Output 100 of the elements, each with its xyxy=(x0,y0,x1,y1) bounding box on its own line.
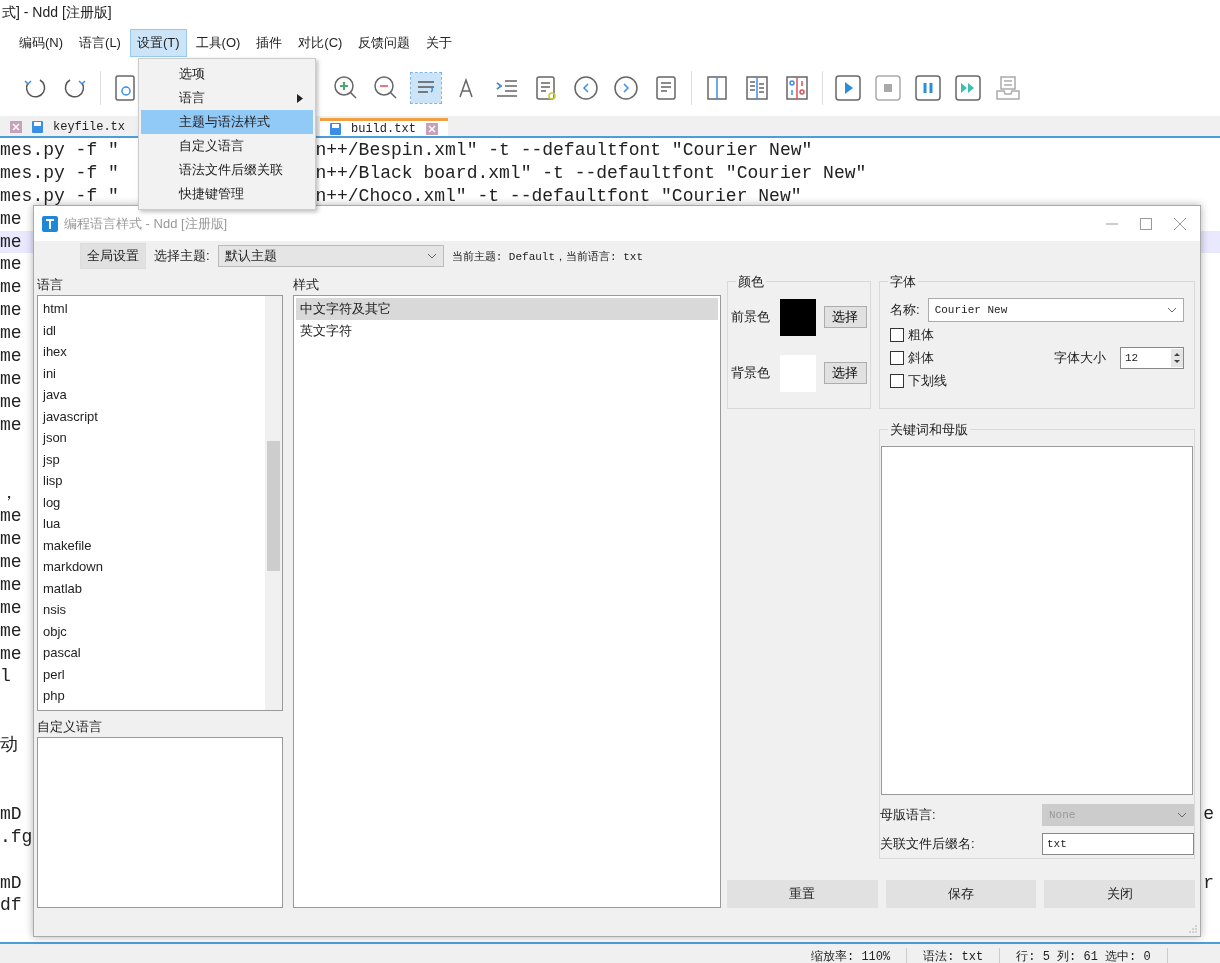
menu-item[interactable]: 工具(O) xyxy=(188,29,248,57)
file-tab[interactable]: keyfile.tx xyxy=(0,118,135,136)
parent-language-label: 母版语言: xyxy=(880,805,936,824)
extension-label: 关联文件后缀名: xyxy=(880,835,975,854)
code-text: me xyxy=(0,207,22,231)
group-title: 关键词和母版 xyxy=(888,421,970,439)
language-item[interactable]: jsp xyxy=(43,448,223,470)
code-text: mes.py -f " xyxy=(0,139,119,162)
language-item[interactable]: markdown xyxy=(43,556,223,578)
code-text: me xyxy=(0,276,22,300)
group-title: 颜色 xyxy=(736,273,766,291)
status-text: 语法: txt xyxy=(907,947,1001,963)
code-text: me xyxy=(0,505,22,529)
theme-dropdown[interactable]: 默认主题 xyxy=(217,245,444,267)
extension-field[interactable]: txt xyxy=(1042,833,1194,856)
code-text: me xyxy=(0,619,22,643)
menu-entry[interactable]: 语言 xyxy=(141,86,313,110)
code-text: me xyxy=(0,322,22,346)
code-text: me xyxy=(0,367,22,391)
color-label: 背景色 xyxy=(731,364,771,382)
menu-item[interactable]: 设置(T) xyxy=(129,29,187,57)
menu-item[interactable]: 插件 xyxy=(249,29,290,57)
language-item[interactable]: html xyxy=(43,298,223,320)
menu-entry[interactable]: 语法文件后缀关联 xyxy=(141,158,313,182)
language-item[interactable]: matlab xyxy=(43,577,223,599)
language-item[interactable]: perl xyxy=(43,663,223,685)
menu-item[interactable]: 反馈问题 xyxy=(351,29,418,57)
code-text: mD xyxy=(0,871,22,895)
style-item[interactable]: 中文字符及其它 xyxy=(296,298,718,320)
status-text: 缩放率: 110% xyxy=(795,947,908,963)
code-text: me xyxy=(0,528,22,552)
language-item[interactable]: nsis xyxy=(43,599,223,621)
code-text: mes.py -f " xyxy=(0,161,119,185)
language-item[interactable]: log xyxy=(43,491,223,513)
menu-entry[interactable]: 快捷键管理 xyxy=(141,182,313,206)
code-text: me xyxy=(0,230,22,254)
code-text: me xyxy=(0,573,22,597)
section-label: 语言 xyxy=(37,276,63,294)
code-text: mes.py -f " xyxy=(0,184,119,208)
language-item[interactable]: objc xyxy=(43,620,223,642)
code-text: e xyxy=(1203,802,1215,826)
window-title: 式] - Ndd [注册版] xyxy=(2,4,112,22)
section-label: 样式 xyxy=(293,276,319,294)
code-text: n++/Choco.xml" -t --defaultfont "Courier New" xyxy=(315,184,802,208)
code-text: .fg xyxy=(0,825,33,849)
checkbox-label: 斜体 xyxy=(908,348,934,367)
language-item[interactable]: lisp xyxy=(43,470,223,492)
menu-item[interactable]: 编码(N) xyxy=(12,29,71,57)
font-size-spinner[interactable]: 12 xyxy=(1120,346,1184,369)
current-theme-text: 当前主题: Default，当前语言: txt xyxy=(451,249,644,264)
code-text: me xyxy=(0,642,22,666)
checkbox-label: 粗体 xyxy=(908,325,934,344)
code-text: me xyxy=(0,299,22,323)
language-item[interactable]: java xyxy=(43,384,223,406)
menu-entry[interactable]: 自定义语言 xyxy=(141,134,313,158)
file-tab[interactable]: build.txt xyxy=(320,118,448,136)
code-text: df xyxy=(0,894,22,918)
theme-label: 选择主题: xyxy=(154,247,210,265)
code-text: 动 xyxy=(0,734,18,758)
menu-item[interactable]: 关于 xyxy=(419,29,460,57)
color-label: 前景色 xyxy=(731,308,771,326)
code-text: me xyxy=(0,390,22,414)
choose-button[interactable]: 选择 xyxy=(823,362,867,384)
language-item[interactable]: makefile xyxy=(43,534,223,556)
group-title: 字体 xyxy=(888,273,918,291)
global-settings-button[interactable]: 全局设置 xyxy=(80,243,146,269)
language-item[interactable]: php xyxy=(43,685,223,707)
code-text: me xyxy=(0,345,22,368)
code-text: mD xyxy=(0,802,22,826)
language-item[interactable]: pascal xyxy=(43,642,223,664)
font-size-label: 字体大小 xyxy=(1054,348,1106,367)
code-text: n++/Bespin.xml" -t --defaultfont "Courier New" xyxy=(315,139,813,162)
style-item[interactable]: 英文字符 xyxy=(296,319,718,341)
dialog-button[interactable]: 保存 xyxy=(885,880,1037,908)
menu-entry[interactable]: 选项 xyxy=(141,62,313,86)
status-text: 行: 5 列: 61 选中: 0 xyxy=(1000,947,1168,963)
menu-item[interactable]: 语言(L) xyxy=(72,29,128,57)
code-text: me xyxy=(0,253,22,277)
dialog-button[interactable]: 重置 xyxy=(727,880,878,908)
code-text: l xyxy=(0,665,11,689)
language-item[interactable]: ini xyxy=(43,362,223,384)
code-text: n++/Black board.xml" -t --defaultfont "Courier New" xyxy=(315,161,867,185)
dialog-title: 编程语言样式 - Ndd [注册版] xyxy=(64,214,228,233)
code-text: me xyxy=(0,413,22,437)
choose-button[interactable]: 选择 xyxy=(823,306,867,328)
code-text: me xyxy=(0,551,22,574)
checkbox-label: 下划线 xyxy=(908,371,947,390)
menu-entry[interactable]: 主题与语法样式 xyxy=(141,110,313,134)
code-text: ， xyxy=(0,482,18,506)
font-dropdown[interactable]: Courier New xyxy=(927,298,1184,322)
menu-item[interactable]: 对比(C) xyxy=(291,29,350,57)
section-label: 自定义语言 xyxy=(37,718,102,736)
language-item[interactable]: ihex xyxy=(43,341,223,363)
language-item[interactable]: lua xyxy=(43,513,223,535)
code-text: r xyxy=(1203,871,1215,895)
dialog-button[interactable]: 关闭 xyxy=(1044,880,1195,908)
language-item[interactable]: javascript xyxy=(43,405,223,427)
font-name-label: 名称: xyxy=(890,301,920,319)
language-item[interactable]: json xyxy=(43,427,223,449)
language-item[interactable]: idl xyxy=(43,319,223,341)
